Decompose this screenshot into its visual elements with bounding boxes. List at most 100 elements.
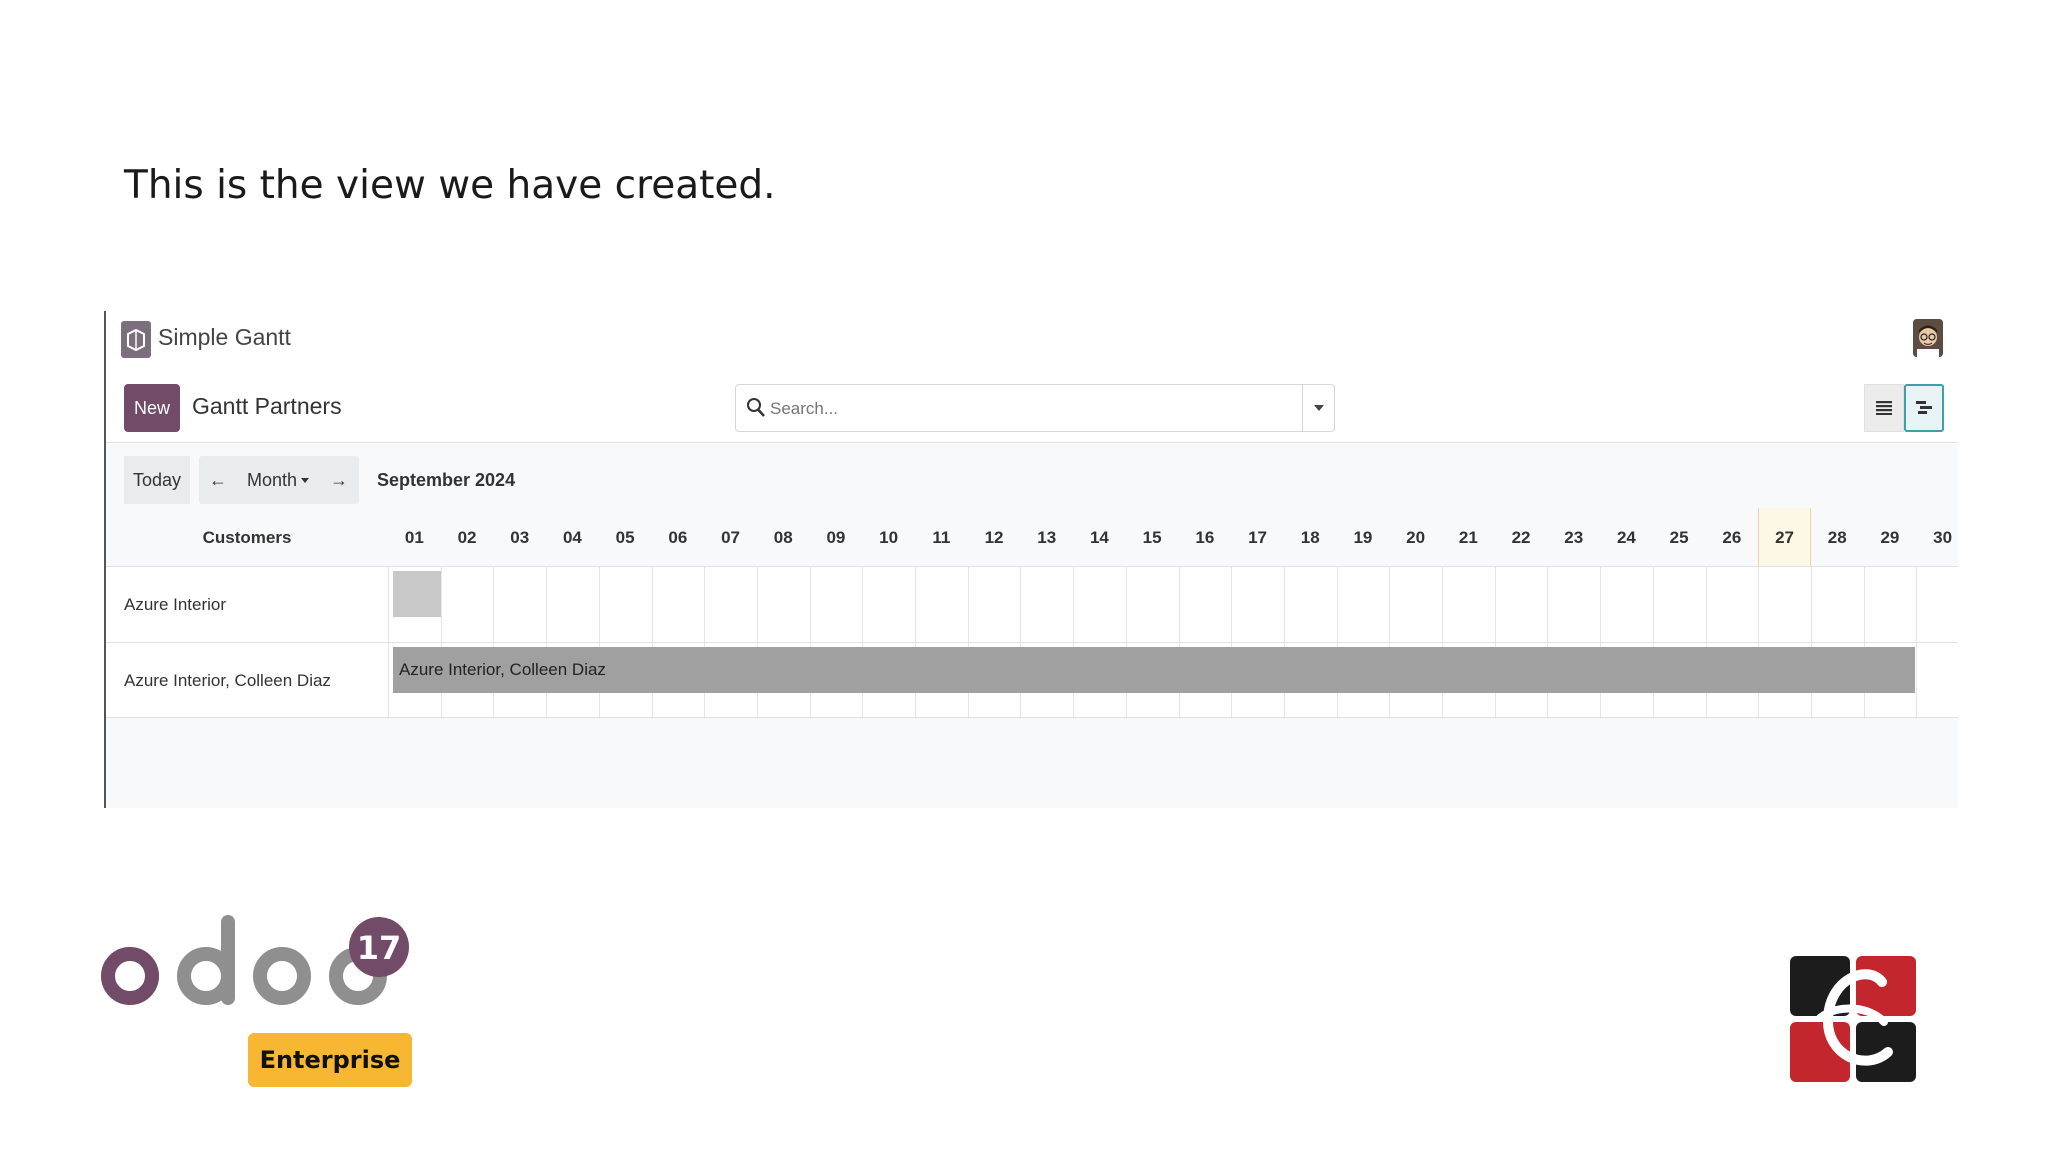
- new-button[interactable]: New: [124, 384, 180, 432]
- day-cell[interactable]: [493, 567, 546, 643]
- today-button[interactable]: Today: [124, 456, 190, 504]
- day-header-04: 04: [562, 528, 582, 547]
- gantt-pill[interactable]: [393, 571, 441, 617]
- day-header-23: 23: [1564, 528, 1584, 547]
- day-cell[interactable]: [1547, 567, 1600, 643]
- day-cell[interactable]: [1494, 567, 1548, 643]
- row-header: Customers: [202, 528, 292, 547]
- row-label: Azure Interior: [124, 595, 227, 614]
- day-header-10: 10: [879, 528, 899, 547]
- day-cell[interactable]: [1442, 567, 1495, 643]
- search-bar[interactable]: [735, 384, 1335, 432]
- period-label: September 2024: [377, 469, 516, 490]
- day-header-19: 19: [1353, 528, 1373, 547]
- day-cell[interactable]: [1020, 567, 1073, 643]
- day-header-26: 26: [1722, 528, 1742, 547]
- day-header-28: 28: [1827, 528, 1847, 547]
- day-header-24: 24: [1616, 528, 1636, 547]
- day-cell[interactable]: [1336, 567, 1390, 643]
- day-cell[interactable]: [546, 567, 599, 643]
- arrow-right-icon: →: [330, 469, 348, 490]
- control-panel: New Gantt Partners: [106, 371, 1958, 443]
- slide: This is the view we have created. Simple…: [0, 0, 2048, 1152]
- gantt-grid: Customers 01 02 03 04 05 06 07 08 09 10 11 12 13 14 15…: [106, 508, 1958, 720]
- view-title: Gantt Partners: [192, 393, 342, 419]
- day-cell[interactable]: [1073, 567, 1126, 643]
- day-cell[interactable]: [1810, 567, 1864, 643]
- caret-down-icon: [301, 477, 310, 483]
- row-label: Azure Interior, Colleen Diaz: [124, 671, 331, 690]
- slide-caption: This is the view we have created.: [124, 163, 776, 208]
- search-input[interactable]: [770, 395, 1290, 423]
- day-cell[interactable]: [1705, 567, 1759, 643]
- day-cell[interactable]: [651, 567, 705, 643]
- day-header-09: 09: [826, 528, 846, 547]
- app-module-icon[interactable]: [121, 321, 151, 358]
- day-cell[interactable]: [1600, 567, 1653, 643]
- day-header-30: 30: [1933, 528, 1953, 547]
- day-cell[interactable]: [598, 567, 652, 643]
- day-cell[interactable]: [440, 567, 494, 643]
- top-bar: Simple Gantt: [106, 311, 1958, 371]
- enterprise-badge: Enterprise: [248, 1033, 412, 1087]
- day-header-06: 06: [668, 528, 688, 547]
- day-header-22: 22: [1511, 528, 1531, 547]
- day-header-17: 17: [1248, 528, 1267, 547]
- day-header-13: 13: [1037, 528, 1057, 547]
- day-header-29: 29: [1880, 528, 1900, 547]
- view-switcher: [1864, 384, 1944, 432]
- day-header-20: 20: [1406, 528, 1426, 547]
- day-header-07: 07: [721, 528, 740, 547]
- arrow-left-icon: ←: [209, 469, 227, 490]
- search-options-toggle[interactable]: [1302, 385, 1334, 431]
- day-cell[interactable]: [1125, 567, 1179, 643]
- gantt-icon: [1916, 401, 1932, 414]
- day-header-21: 21: [1458, 528, 1478, 547]
- day-cell[interactable]: [1916, 643, 1969, 719]
- day-cell[interactable]: [1652, 567, 1706, 643]
- day-cell[interactable]: [809, 567, 863, 643]
- previous-period-button[interactable]: ←: [199, 456, 237, 504]
- day-header-08: 08: [773, 528, 793, 547]
- next-period-button[interactable]: →: [319, 456, 359, 504]
- scale-dropdown[interactable]: Month: [237, 456, 319, 504]
- day-cell[interactable]: [915, 567, 968, 643]
- day-header-14: 14: [1089, 528, 1109, 547]
- version-badge: 17: [357, 929, 402, 967]
- day-header-02: 02: [457, 528, 477, 547]
- gantt-row[interactable]: Azure Interior: [106, 566, 1958, 643]
- gantt-pill[interactable]: Azure Interior, Colleen Diaz: [393, 647, 1915, 693]
- day-header-12: 12: [984, 528, 1004, 547]
- day-cell[interactable]: [1758, 567, 1811, 643]
- gantt-navigation: Today ← Month → September 2024: [124, 456, 515, 504]
- odoo-app-window: Simple Gantt New Gantt Partners Search..…: [104, 311, 1958, 808]
- day-cell[interactable]: [862, 567, 915, 643]
- search-icon: [747, 398, 765, 417]
- day-cell[interactable]: [1916, 567, 1969, 643]
- day-header-16: 16: [1195, 528, 1215, 547]
- day-header-03: 03: [510, 528, 530, 547]
- list-icon: [1876, 401, 1892, 415]
- day-cell[interactable]: [756, 567, 810, 643]
- user-avatar[interactable]: [1913, 319, 1943, 357]
- day-header-25: 25: [1669, 528, 1689, 547]
- caret-down-icon: [1313, 405, 1324, 411]
- day-cell[interactable]: [1863, 567, 1917, 643]
- app-name[interactable]: Simple Gantt: [158, 324, 291, 351]
- day-header-01: 01: [404, 528, 424, 547]
- day-header-27: 27: [1775, 528, 1794, 547]
- day-header-15: 15: [1142, 528, 1162, 547]
- gantt-view-button[interactable]: [1904, 384, 1944, 432]
- gantt-row[interactable]: Azure Interior, Colleen Diaz Azure Inter…: [106, 642, 1958, 719]
- day-header-11: 11: [932, 528, 951, 547]
- day-header-18: 18: [1300, 528, 1320, 547]
- day-cell[interactable]: [1389, 567, 1442, 643]
- gantt-view: Today ← Month → September 2024 Customers…: [106, 444, 1958, 808]
- day-cell[interactable]: [967, 567, 1021, 643]
- list-view-button[interactable]: [1864, 384, 1904, 432]
- day-cell[interactable]: [1283, 567, 1337, 643]
- day-cell[interactable]: [1231, 567, 1284, 643]
- day-cell[interactable]: [704, 567, 757, 643]
- row-cells[interactable]: [388, 567, 1958, 643]
- day-cell[interactable]: [1178, 567, 1232, 643]
